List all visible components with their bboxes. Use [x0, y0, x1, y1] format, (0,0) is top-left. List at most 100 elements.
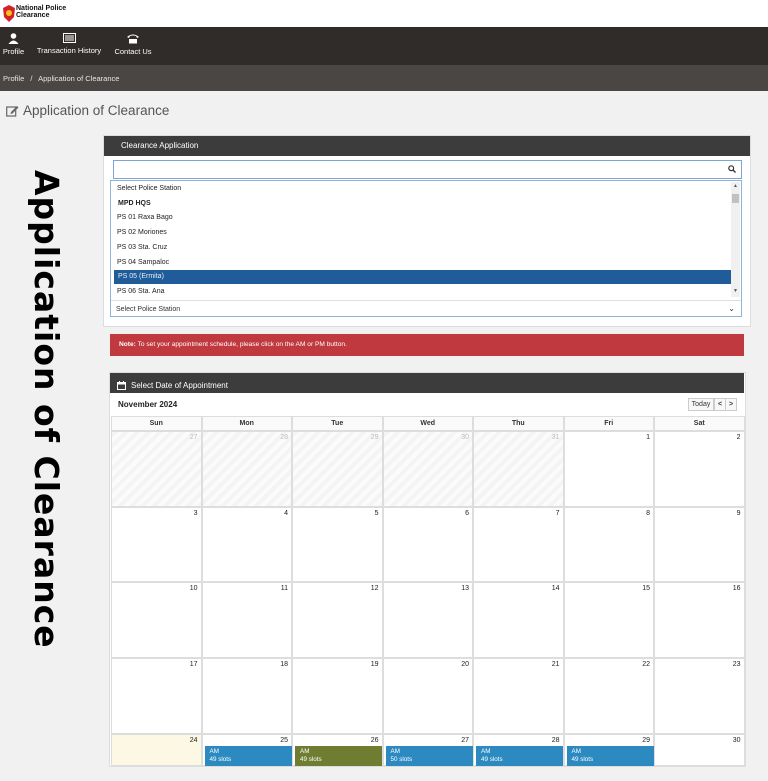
station-option[interactable]: PS 03 Sta. Cruz — [113, 241, 731, 255]
day-number: 25 — [280, 736, 288, 744]
calendar-day[interactable]: 1 — [563, 431, 654, 507]
calendar-day[interactable]: 6 — [382, 506, 473, 583]
station-option[interactable]: PS 05 (Ermita) — [114, 270, 732, 285]
day-number: 14 — [551, 585, 560, 593]
calendar-day[interactable]: 28 AM 49 slots — [473, 733, 564, 766]
slot-count: 49 slots — [209, 755, 232, 763]
user-icon — [8, 33, 19, 44]
brand-bar: National Police Clearance — [0, 0, 768, 27]
weekday-header: Fri — [563, 416, 654, 431]
calendar-month: November 2024 — [118, 400, 178, 409]
scroll-down-icon[interactable]: ▼ — [733, 288, 738, 294]
list-icon — [62, 33, 76, 43]
slot-period: AM — [209, 747, 219, 755]
calendar-day[interactable]: 27 AM 50 slots — [382, 733, 473, 766]
calendar-header: Select Date of Appointment — [110, 373, 744, 393]
scroll-thumb[interactable] — [732, 194, 739, 203]
weekday-header: Sat — [654, 416, 745, 431]
listbox-scrollbar[interactable]: ▲ ▼ — [731, 182, 740, 297]
calendar-day[interactable]: 17 — [111, 658, 202, 734]
edit-icon — [6, 105, 19, 117]
day-number: 11 — [280, 585, 288, 593]
nav-contact-us[interactable]: Contact Us — [112, 27, 154, 65]
station-option[interactable]: Select Police Station — [113, 182, 731, 196]
calendar-day[interactable]: 23 — [654, 658, 745, 734]
calendar-day[interactable]: 8 — [563, 506, 654, 583]
calendar-day[interactable]: 11 — [201, 582, 292, 659]
calendar-day[interactable]: 18 — [201, 658, 292, 734]
station-search-input[interactable] — [113, 160, 742, 179]
search-icon — [728, 165, 736, 173]
calendar-day[interactable]: 14 — [473, 582, 564, 659]
am-slot-button[interactable]: AM 49 slots — [204, 745, 292, 766]
station-option[interactable]: PS 01 Raxa Bago — [113, 211, 731, 225]
day-number: 31 — [551, 434, 560, 441]
station-option[interactable]: PS 02 Moriones — [113, 226, 731, 240]
calendar-day[interactable]: 19 — [292, 658, 383, 734]
station-option[interactable]: PS 06 Sta. Ana — [113, 285, 731, 299]
day-number: 7 — [555, 509, 560, 517]
calendar-day[interactable]: 15 — [563, 582, 654, 659]
am-slot-button[interactable]: AM 49 slots — [566, 745, 654, 766]
weekday-header: Wed — [382, 416, 473, 431]
calendar-day[interactable]: 7 — [473, 506, 564, 583]
calendar-day: 27 — [111, 431, 202, 507]
calendar-day[interactable]: 29 AM 49 slots — [563, 733, 654, 766]
note-alert: Note: To set your appointment schedule, … — [110, 334, 744, 356]
calendar-day[interactable]: 16 — [654, 582, 745, 659]
day-number: 26 — [370, 736, 379, 744]
slot-count: 50 slots — [390, 755, 413, 763]
calendar-day[interactable]: 4 — [201, 506, 292, 583]
calendar-day[interactable]: 12 — [292, 582, 383, 659]
top-nav: Profile Transaction History Contact Us — [0, 27, 768, 65]
calendar-day[interactable]: 2 — [654, 431, 745, 507]
day-number: 23 — [732, 661, 741, 669]
day-number: 1 — [646, 434, 650, 441]
calendar-day[interactable]: 26 AM 49 slots — [292, 733, 383, 766]
brand-name[interactable]: National Police Clearance — [16, 5, 66, 19]
nav-transaction-history[interactable]: Transaction History — [34, 27, 104, 65]
clearance-panel-title: Clearance Application — [104, 136, 750, 156]
calendar-day[interactable]: 30 — [654, 733, 745, 766]
day-number: 28 — [551, 736, 560, 744]
am-slot-button[interactable]: AM 50 slots — [385, 745, 473, 766]
slot-count: 49 slots — [300, 755, 322, 763]
station-option[interactable]: MPD HQS — [113, 197, 731, 211]
day-number: 4 — [284, 509, 288, 517]
breadcrumb-separator: / — [30, 74, 33, 83]
brand-line-1: National Police — [16, 5, 67, 12]
calendar-day[interactable]: 5 — [292, 506, 383, 583]
calendar-day[interactable]: 20 — [382, 658, 473, 734]
nav-label: Contact Us — [114, 47, 152, 56]
scroll-up-icon[interactable]: ▲ — [733, 183, 738, 189]
brand-line-2: Clearance — [16, 12, 50, 19]
slot-period: AM — [390, 747, 400, 755]
calendar-day[interactable]: 25 AM 49 slots — [201, 733, 292, 766]
calendar-day[interactable]: 13 — [382, 582, 473, 659]
next-month-button[interactable]: > — [725, 398, 737, 411]
today-button[interactable]: Today — [688, 398, 714, 411]
day-number: 27 — [461, 736, 469, 744]
nav-label: Transaction History — [36, 46, 102, 55]
day-number: 21 — [551, 661, 560, 669]
station-select[interactable]: Select Police Station ⌄ — [111, 300, 741, 317]
day-number: 8 — [646, 509, 650, 517]
nav-profile[interactable]: Profile — [0, 27, 27, 65]
am-slot-button[interactable]: AM 49 slots — [476, 745, 563, 766]
day-number: 9 — [736, 509, 741, 517]
am-slot-button[interactable]: AM 49 slots — [295, 745, 382, 766]
calendar-day[interactable]: 3 — [111, 506, 202, 583]
slot-count: 49 slots — [571, 755, 594, 763]
calendar-day[interactable]: 21 — [473, 658, 564, 734]
slot-period: AM — [571, 747, 581, 755]
weekday-header: Thu — [473, 416, 564, 431]
breadcrumb-profile-link[interactable]: Profile — [3, 74, 24, 83]
station-option[interactable]: PS 04 Sampaloc — [113, 256, 731, 270]
day-number: 30 — [461, 434, 469, 441]
station-listbox[interactable]: Select Police Station MPD HQS PS 01 Raxa B… — [110, 180, 742, 317]
page-title-text: Application of Clearance — [23, 103, 170, 118]
calendar-day[interactable]: 10 — [111, 582, 202, 659]
calendar-day[interactable]: 22 — [563, 658, 654, 734]
calendar-day[interactable]: 24 — [111, 733, 202, 766]
calendar-day[interactable]: 9 — [654, 506, 745, 583]
